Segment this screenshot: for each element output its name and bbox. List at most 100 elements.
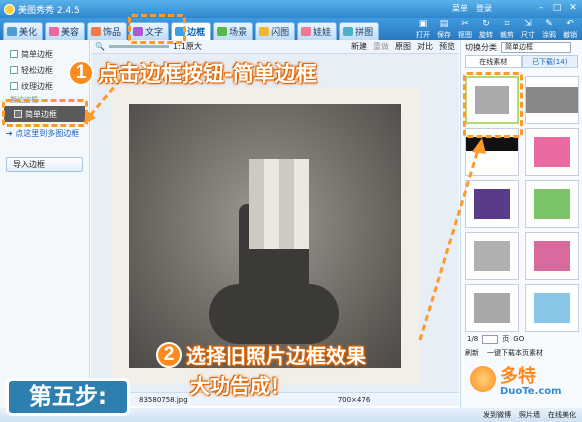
step-number-label: 第五步:: [6, 378, 130, 416]
material-footer: 刷新 一键下载本页素材: [465, 348, 543, 358]
tab-scene[interactable]: 场景: [213, 22, 254, 40]
close-icon[interactable]: ✕: [566, 2, 580, 15]
category-checkbox-icon: [10, 66, 18, 74]
zoom-icon[interactable]: 🔍: [95, 42, 105, 51]
save-button[interactable]: ▤ 保存: [434, 19, 454, 39]
frame-thumbnail[interactable]: [465, 180, 519, 228]
cutout-button[interactable]: ✂ 抠图: [455, 19, 475, 39]
scene-icon: [217, 27, 228, 36]
bicycle-shape: [209, 284, 339, 344]
cutout-icon: ✂: [461, 19, 469, 29]
open-button[interactable]: ▣ 打开: [413, 19, 433, 39]
step2-text: 选择旧照片边框效果: [186, 344, 366, 368]
main-toolbar: 美化 美容 饰品 文字 边框 场景 闪图 娃娃 拼图 ▣ 打开 ▤ 保存 ✂ 抠图 ↻…: [0, 18, 582, 40]
step1-badge: 1: [68, 60, 94, 86]
app-logo-icon: [4, 3, 15, 15]
watermark-site: DuoTe.com: [500, 386, 562, 397]
undo-icon: ↶: [566, 19, 574, 29]
save-icon: ▤: [439, 19, 449, 29]
compare-button[interactable]: 对比: [417, 41, 433, 52]
title-links: 菜单 登录: [452, 3, 492, 14]
flash-icon: [259, 27, 270, 36]
mosaic-blur: [249, 159, 309, 249]
page-indicator: 1/8: [467, 335, 479, 343]
category-checkbox-icon: [10, 82, 18, 90]
category-checkbox-icon: [10, 50, 18, 58]
frame-thumbnail[interactable]: [525, 128, 579, 176]
preview-button[interactable]: 预览: [439, 41, 455, 52]
rotate-button[interactable]: ↻ 旋转: [476, 19, 496, 39]
frame-thumbnail[interactable]: [465, 232, 519, 280]
highlight-frame-tab: [128, 14, 186, 44]
frame-thumbnail[interactable]: [465, 284, 519, 332]
undo-button[interactable]: ↶ 撤销: [560, 19, 580, 39]
frame-thumbnail[interactable]: [525, 284, 579, 332]
tab-doll[interactable]: 娃娃: [297, 22, 338, 40]
crop-button[interactable]: ⌗ 裁剪: [497, 19, 517, 39]
pager: 1/8 页 GO: [467, 334, 524, 344]
tab-flash[interactable]: 闪图: [255, 22, 296, 40]
original-button[interactable]: 原图: [395, 41, 411, 52]
watermark: 多特 DuoTe.com: [470, 362, 580, 408]
accessories-icon: [91, 27, 102, 36]
redo-button[interactable]: 重做: [373, 41, 389, 52]
new-button[interactable]: 新建: [351, 41, 367, 52]
online-beautify-button[interactable]: 在线美化: [548, 410, 576, 420]
watermark-logo-icon: [470, 366, 496, 392]
page-suffix: 页: [502, 335, 510, 343]
step2-callout-line2: 大功告成！: [186, 370, 290, 399]
tab-downloaded[interactable]: 已下载(14): [521, 55, 578, 68]
tab-accessories[interactable]: 饰品: [87, 22, 128, 40]
login-link[interactable]: 登录: [476, 3, 492, 14]
quick-tools: ▣ 打开 ▤ 保存 ✂ 抠图 ↻ 旋转 ⌗ 裁剪 ⇲ 尺寸 ✎ 涂鸦 ↶ 撤销: [413, 19, 580, 39]
menu-link[interactable]: 菜单: [452, 3, 468, 14]
frame-thumbnail[interactable]: [525, 232, 579, 280]
step2-text-line2: 大功告成！: [190, 374, 290, 398]
doll-icon: [301, 27, 312, 36]
import-frame-button[interactable]: 导入边框: [6, 157, 83, 172]
watermark-brand: 多特: [500, 366, 536, 387]
highlight-selected-thumbnail: [463, 72, 523, 138]
step2-callout: 2 选择旧照片边框效果: [156, 340, 366, 369]
frame-thumbnail[interactable]: [525, 76, 579, 124]
category-switcher: 切换分类 简单边框: [461, 40, 582, 55]
maximize-icon[interactable]: □: [550, 2, 564, 15]
page-input[interactable]: [482, 334, 499, 344]
tab-beauty[interactable]: 美容: [45, 22, 86, 40]
minimize-icon[interactable]: –: [534, 2, 548, 15]
resize-button[interactable]: ⇲ 尺寸: [518, 19, 538, 39]
category-switch-label: 切换分类: [465, 43, 497, 52]
window-title: 美图秀秀 2.4.5: [18, 5, 80, 16]
beauty-icon: [49, 27, 60, 36]
share-weibo-button[interactable]: 发到微博: [483, 410, 511, 420]
brush-icon: ✎: [545, 19, 553, 29]
frame-category-panel: 简单边框 轻松边框 纹理边框 撕边边框 简单边框 ➔ 点这里到多图边框 导入边框: [0, 40, 90, 410]
step2-badge: 2: [156, 341, 182, 368]
tab-collage[interactable]: 拼图: [339, 22, 380, 40]
frame-thumbnail[interactable]: [525, 180, 579, 228]
rotate-icon: ↻: [482, 19, 490, 29]
photo-wall-button[interactable]: 照片墙: [519, 410, 540, 420]
download-all-button[interactable]: 一键下载本页素材: [487, 348, 543, 358]
beautify-icon: [7, 27, 17, 36]
resize-icon: ⇲: [524, 19, 532, 29]
file-name: 83580758.jpg: [139, 395, 188, 404]
material-tabs: 在线素材 已下载(14): [465, 55, 578, 68]
photo: [129, 104, 401, 368]
crop-icon: ⌗: [504, 19, 510, 29]
tab-online-material[interactable]: 在线素材: [465, 55, 522, 68]
image-dimensions: 700×476: [337, 395, 371, 404]
highlight-simple-category: [2, 99, 88, 127]
category-select[interactable]: 简单边框: [501, 42, 571, 53]
multi-frame-link[interactable]: ➔ 点这里到多图边框: [0, 128, 89, 139]
folder-icon: ▣: [418, 19, 428, 29]
go-button[interactable]: GO: [513, 335, 524, 343]
collage-icon: [343, 27, 354, 36]
step1-text: 点击边框按钮-简单边框: [98, 62, 317, 86]
doodle-button[interactable]: ✎ 涂鸦: [539, 19, 559, 39]
title-bar: 美图秀秀 2.4.5 菜单 登录 – □ ✕: [0, 0, 582, 18]
refresh-button[interactable]: 刷新: [465, 348, 479, 358]
tab-beautify[interactable]: 美化: [3, 22, 44, 40]
step1-callout: 1 点击边框按钮-简单边框: [68, 58, 317, 88]
zoom-slider[interactable]: [108, 45, 169, 48]
